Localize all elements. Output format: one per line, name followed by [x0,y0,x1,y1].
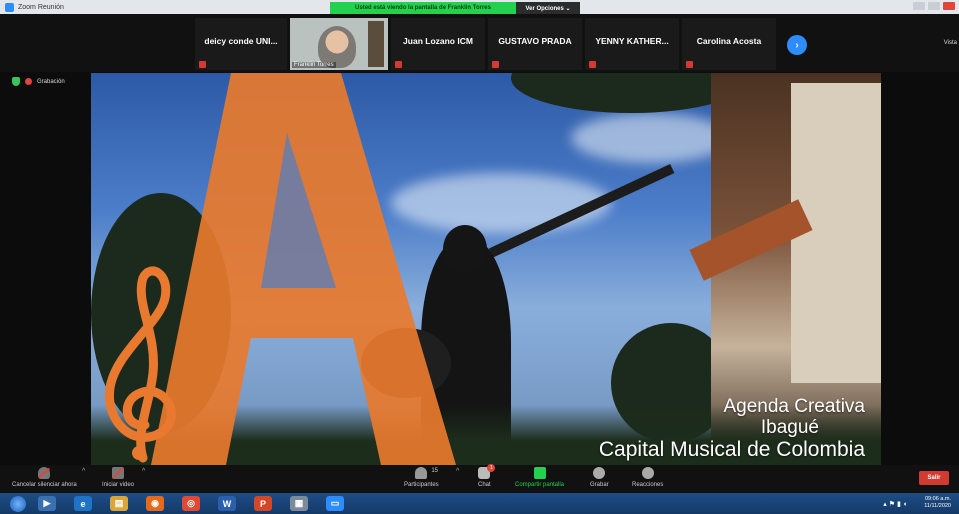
share-screen-label: Compartir pantalla [515,482,565,488]
chat-icon: 1 [478,464,496,479]
start-button-icon[interactable] [10,495,26,512]
record-button[interactable]: Grabar [590,467,609,488]
clock-time: 09:06 a.m. [925,496,951,502]
recording-dot-icon [25,78,32,85]
chevron-up-icon[interactable]: ^ [142,468,145,475]
meeting-toolbar: Cancelar silenciar ahora ^ Iniciar video… [0,464,959,493]
muted-mic-icon [199,61,206,68]
participant-name: Carolina Acosta [696,36,762,46]
window-title: Zoom Reunión [18,3,64,11]
chevron-up-icon[interactable]: ^ [456,468,459,475]
start-video-label: Iniciar video [102,482,135,488]
close-button[interactable] [943,2,955,10]
chat-badge: 1 [487,464,496,472]
recording-label: Grabación [37,78,65,85]
leave-button[interactable]: Salir [919,471,949,485]
caption-line: Agenda Creativa [723,396,865,417]
clock-date: 11/11/2020 [924,503,951,509]
muted-mic-icon [589,61,596,68]
participant-name: Franklin Torres [292,62,336,68]
unmute-label: Cancelar silenciar ahora [12,482,77,488]
participant-tile[interactable]: YENNY KATHER... [585,18,679,70]
participant-name: YENNY KATHER... [595,36,669,46]
taskbar-app-icon[interactable]: ▦ [290,496,308,511]
record-icon [593,467,606,479]
participant-name: deicy conde UNI... [204,36,278,46]
chrome-icon[interactable]: ◎ [182,496,200,511]
reactions-label: Reacciones [632,482,664,488]
microphone-icon [38,467,51,479]
powerpoint-icon[interactable]: P [254,496,272,511]
file-explorer-icon[interactable]: ▤ [110,496,128,511]
participant-video-tile[interactable]: Franklin Torres [290,18,388,70]
participants-count: 15 [431,468,439,474]
share-screen-icon [533,467,546,479]
share-screen-button[interactable]: Compartir pantalla [515,467,564,488]
participant-tile[interactable]: deicy conde UNI... [195,18,287,70]
minimize-button[interactable] [913,2,925,10]
cloud [571,113,731,163]
treble-clef-icon [104,266,176,463]
record-label: Grabar [590,482,609,488]
reactions-icon [641,467,654,479]
muted-mic-icon [492,61,499,68]
zoom-app-icon [5,2,14,12]
internet-explorer-icon[interactable]: e [74,496,92,511]
view-options-button[interactable]: Ver Opciones ⌄ [516,2,580,14]
shared-caption: Agenda Creativa Ibagué Capital Musical d… [599,396,865,461]
start-video-button[interactable]: Iniciar video [102,467,134,488]
participants-label: Participantes [404,482,439,488]
muted-mic-icon [395,61,402,68]
participant-tile[interactable]: Carolina Acosta [682,18,776,70]
security-shield-icon [12,77,20,86]
participants-icon: 15 [415,467,438,479]
muted-mic-icon [686,61,693,68]
participant-name: Juan Lozano ICM [403,36,473,46]
participant-name: GUSTAVO PRADA [498,36,572,46]
caption-line: Capital Musical de Colombia [598,438,865,461]
windows-taskbar: ▶ e ▤ ◉ ◎ W P ▦ ▭ ▴ ⚑ ▮ ◖ 09:06 a.m. 11/… [0,493,959,514]
word-icon[interactable]: W [218,496,236,511]
caption-line: Ibagué [760,417,819,438]
camera-icon [111,467,125,479]
screen-share-banner: Usted está viendo la pantalla de Frankli… [330,2,516,14]
zoom-taskbar-icon[interactable]: ▭ [326,496,344,511]
recording-indicator: Grabación [12,77,65,86]
unmute-button[interactable]: Cancelar silenciar ahora [12,467,77,488]
next-page-arrow-icon[interactable]: › [787,35,807,55]
chat-label: Chat [478,482,491,488]
participant-tile[interactable]: Juan Lozano ICM [391,18,485,70]
view-button[interactable]: Vista [944,40,957,46]
firefox-icon[interactable]: ◉ [146,496,164,511]
maximize-button[interactable] [928,2,940,10]
video-background [368,21,384,67]
system-tray-icons[interactable]: ▴ ⚑ ▮ ◖ [883,500,907,508]
system-clock[interactable]: 09:06 a.m. 11/11/2020 [924,496,951,510]
shared-screen: Agenda Creativa Ibagué Capital Musical d… [91,73,881,465]
participants-button[interactable]: 15 Participantes [404,467,439,488]
participants-strip: deicy conde UNI... Franklin Torres Juan … [0,14,959,72]
window-controls [913,2,955,10]
media-player-icon[interactable]: ▶ [38,496,56,511]
participant-tile[interactable]: GUSTAVO PRADA [488,18,582,70]
reactions-button[interactable]: Reacciones [632,467,663,488]
chat-button[interactable]: 1 Chat [478,464,496,488]
chevron-up-icon[interactable]: ^ [82,468,85,475]
